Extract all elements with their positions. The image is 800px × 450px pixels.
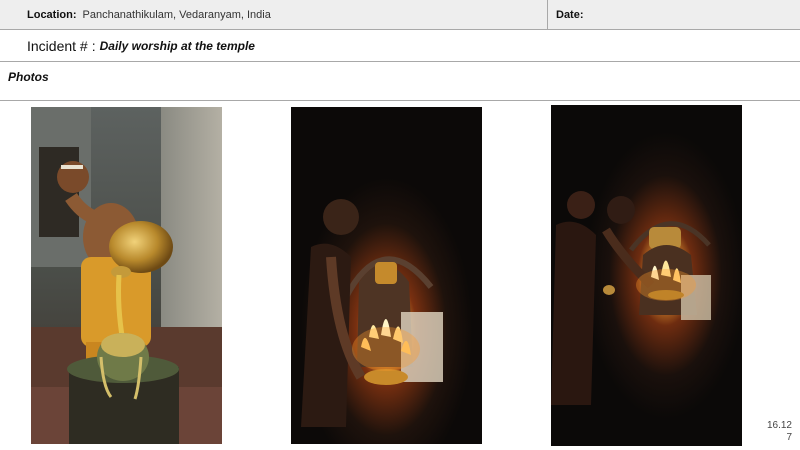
location-label: Location: [27,8,77,21]
photo-lamp-offering-2-image [551,105,742,446]
photo-lamp-offering-1-image [291,107,482,444]
location-value: Panchanathikulam, Vedaranyam, India [82,8,271,21]
page-number: 16.12 7 [752,420,792,444]
incident-title: Daily worship at the temple [99,38,255,53]
photo-lamp-offering-2 [551,105,742,446]
photos-heading: Photos [0,62,800,101]
photo-lamp-offering-1 [291,107,482,444]
photos-label: Photos [8,70,49,84]
incident-label: Incident # [27,37,88,54]
page-number-line1: 16.12 [766,420,792,431]
location-cell: Location: Panchanathikulam, Vedaranyam, … [0,0,548,29]
document-page: Location: Panchanathikulam, Vedaranyam, … [0,0,800,450]
incident-row: Incident # : Daily worship at the temple [0,30,800,62]
date-label: Date: [556,8,584,21]
page-number-line2: 7 [786,432,792,443]
photo-priest-pouring-image [31,107,222,444]
incident-separator: : [91,37,96,54]
date-cell: Date: [548,0,800,29]
photo-priest-pouring [31,107,222,444]
location-date-row: Location: Panchanathikulam, Vedaranyam, … [0,0,800,30]
